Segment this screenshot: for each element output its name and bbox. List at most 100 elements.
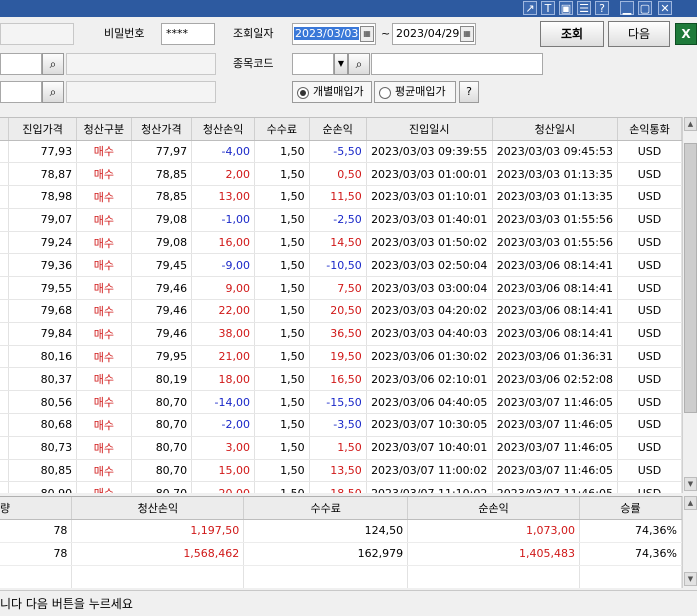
table-cell: 20,50 [309, 299, 367, 323]
table-row[interactable]: 80,68 매수 80,70 -2,00 1,50 -3,50 2023/03/07 10:… [0, 413, 682, 437]
column-header[interactable]: 청산구분 [76, 118, 132, 141]
password-label: 비밀번호 [104, 27, 145, 40]
password-input[interactable]: **** [161, 23, 215, 45]
table-cell: 80,70 [131, 390, 193, 415]
table-cell: 매수 [76, 436, 132, 460]
table-cell: 매수 [76, 140, 132, 164]
summary-cell: 1,405,483 [407, 542, 581, 566]
query-form: 비밀번호 **** 조회일자 2023/03/03 ▦ ~ 2023/04/29… [0, 17, 697, 117]
table-row[interactable]: 78,98 매수 78,85 13,00 1,50 11,50 2023/03/03 01:… [0, 185, 682, 209]
account-name-field[interactable] [0, 53, 42, 75]
title-bar: ↗ T ▣ ☰? ▁ ▢ ✕ [0, 0, 697, 17]
trade-grid: 진입가격 청산구분 청산가격 청산손익 수수료 순손익 진입일시 청산일시 손익통화 77,93… [0, 117, 682, 493]
code-select[interactable] [292, 53, 334, 75]
copy-icon[interactable]: ▣ [559, 1, 573, 15]
summary-scrollbar[interactable]: ▲ ▼ [682, 496, 697, 588]
table-row[interactable]: 80,90매수80,7020,001,5018,502023/03/07 11:… [0, 481, 682, 493]
table-cell: 2023/03/03 01:10:01 [366, 185, 493, 209]
table-cell [0, 390, 9, 415]
radio-individual-indicator[interactable] [297, 87, 309, 99]
search-icon[interactable]: ⌕ [42, 81, 64, 103]
account-field[interactable] [0, 23, 74, 45]
table-row[interactable]: 78,87 매수 78,85 2,00 1,50 0,50 2023/03/03 01:00… [0, 162, 682, 187]
table-row[interactable]: 79,55 매수 79,46 9,00 1,50 7,50 2023/03/03 03:00… [0, 276, 682, 301]
search-icon[interactable]: ⌕ [348, 53, 370, 75]
column-header[interactable]: 청산일시 [492, 118, 619, 141]
text-icon[interactable]: T [541, 1, 555, 15]
table-cell: 80,70 [131, 413, 193, 437]
table-row[interactable]: 80,85 매수 80,70 15,00 1,50 13,50 2023/03/07 11:… [0, 459, 682, 483]
restore-icon[interactable]: ↗ [523, 1, 537, 15]
date-from-input[interactable]: 2023/03/03 ▦ [292, 23, 376, 45]
radio-average-indicator[interactable] [379, 87, 391, 99]
table-row[interactable]: 80,56 매수 80,70 -14,00 1,50 -15,50 2023/03/06 0… [0, 390, 682, 415]
table-cell: 38,00 [191, 322, 255, 346]
help-icon[interactable]: ? [595, 1, 609, 15]
date-to-input[interactable]: 2023/04/29 ▦ [392, 23, 476, 45]
close-icon[interactable]: ✕ [658, 1, 672, 15]
table-cell: USD [617, 481, 682, 493]
table-cell: 79,08 [131, 208, 193, 232]
list-icon[interactable]: ☰ [577, 1, 591, 15]
column-header[interactable]: 진입가격 [8, 118, 78, 141]
summary-column-header: 순손익 [407, 497, 581, 520]
table-row[interactable]: 80,16 매수 79,95 21,00 1,50 19,50 2023/03/06 01:… [0, 345, 682, 369]
summary-row[interactable]: 78 1,197,50 124,50 1,073,00 74,36% [0, 519, 682, 543]
search-button[interactable]: 조회 [540, 21, 604, 47]
grid-scrollbar[interactable]: ▲ ▼ [682, 117, 697, 493]
account-desc-field [66, 53, 216, 75]
scroll-down-icon[interactable]: ▼ [684, 477, 697, 491]
table-cell: 78,85 [131, 162, 193, 187]
radio-average[interactable]: 평균매입가 [374, 81, 456, 103]
table-row[interactable]: 79,07 매수 79,08 -1,00 1,50 -2,50 2023/03/03 01:… [0, 208, 682, 232]
table-cell: -15,50 [309, 390, 367, 415]
table-row[interactable]: 80,73 매수 80,70 3,00 1,50 1,50 2023/03/07 10:40… [0, 436, 682, 460]
table-cell: 매수 [76, 367, 132, 392]
column-header[interactable]: 순손익 [309, 118, 367, 141]
column-header[interactable]: 진입일시 [366, 118, 493, 141]
scroll-thumb[interactable] [684, 143, 697, 413]
table-cell: 매수 [76, 481, 132, 493]
table-row[interactable]: 79,68 매수 79,46 22,00 1,50 20,50 2023/03/03 04:… [0, 299, 682, 323]
table-cell: 16,50 [309, 367, 367, 392]
summary-row[interactable]: 78 1,568,462 162,979 1,405,483 74,36% [0, 542, 682, 566]
table-row[interactable]: 79,36 매수 79,45 -9,00 1,50 -10,50 2023/03/03 02… [0, 253, 682, 278]
calendar-icon[interactable]: ▦ [360, 26, 374, 42]
table-cell [0, 413, 9, 437]
table-cell: -14,00 [191, 390, 255, 415]
minimize-icon[interactable]: ▁ [620, 1, 634, 15]
item-field[interactable] [0, 81, 42, 103]
table-row[interactable]: 79,24 매수 79,08 16,00 1,50 14,50 2023/03/03 01:… [0, 231, 682, 255]
search-icon[interactable]: ⌕ [42, 53, 64, 75]
table-row[interactable]: 80,37 매수 80,19 18,00 1,50 16,50 2023/03/06 02:… [0, 367, 682, 392]
column-header[interactable]: 청산손익 [191, 118, 255, 141]
table-cell: 79,24 [8, 231, 78, 255]
scroll-up-icon[interactable]: ▲ [684, 496, 697, 510]
table-cell: 2023/03/07 10:40:01 [366, 436, 493, 460]
table-cell: 2023/03/06 02:10:01 [366, 367, 493, 392]
radio-individual[interactable]: 개별매입가 [292, 81, 372, 103]
help-button[interactable]: ? [459, 81, 479, 103]
table-cell: 78,87 [8, 162, 78, 187]
date-label: 조회일자 [233, 27, 274, 40]
excel-export-icon[interactable]: X [675, 23, 697, 45]
maximize-icon[interactable]: ▢ [638, 1, 652, 15]
chevron-down-icon[interactable]: ▼ [334, 53, 348, 75]
table-row[interactable]: 77,93 매수 77,97 -4,00 1,50 -5,50 2023/03/03 09:… [0, 140, 682, 164]
table-cell: USD [617, 345, 682, 369]
table-cell: 매수 [76, 322, 132, 346]
table-cell: 79,95 [131, 345, 193, 369]
code-name-field [371, 53, 543, 75]
item-desc-field [66, 81, 216, 103]
status-bar: 니다 다음 버튼을 누르세요 [0, 590, 697, 616]
column-header[interactable]: 청산가격 [131, 118, 193, 141]
column-header[interactable]: 수수료 [254, 118, 310, 141]
column-header[interactable]: 손익통화 [617, 118, 682, 141]
table-cell: 매수 [76, 162, 132, 187]
table-cell: 2023/03/03 01:55:56 [492, 231, 619, 255]
next-button[interactable]: 다음 [608, 21, 670, 47]
table-row[interactable]: 79,84 매수 79,46 38,00 1,50 36,50 2023/03/03 04:… [0, 322, 682, 346]
calendar-icon[interactable]: ▦ [460, 26, 474, 42]
scroll-up-icon[interactable]: ▲ [684, 117, 697, 131]
scroll-down-icon[interactable]: ▼ [684, 572, 697, 586]
